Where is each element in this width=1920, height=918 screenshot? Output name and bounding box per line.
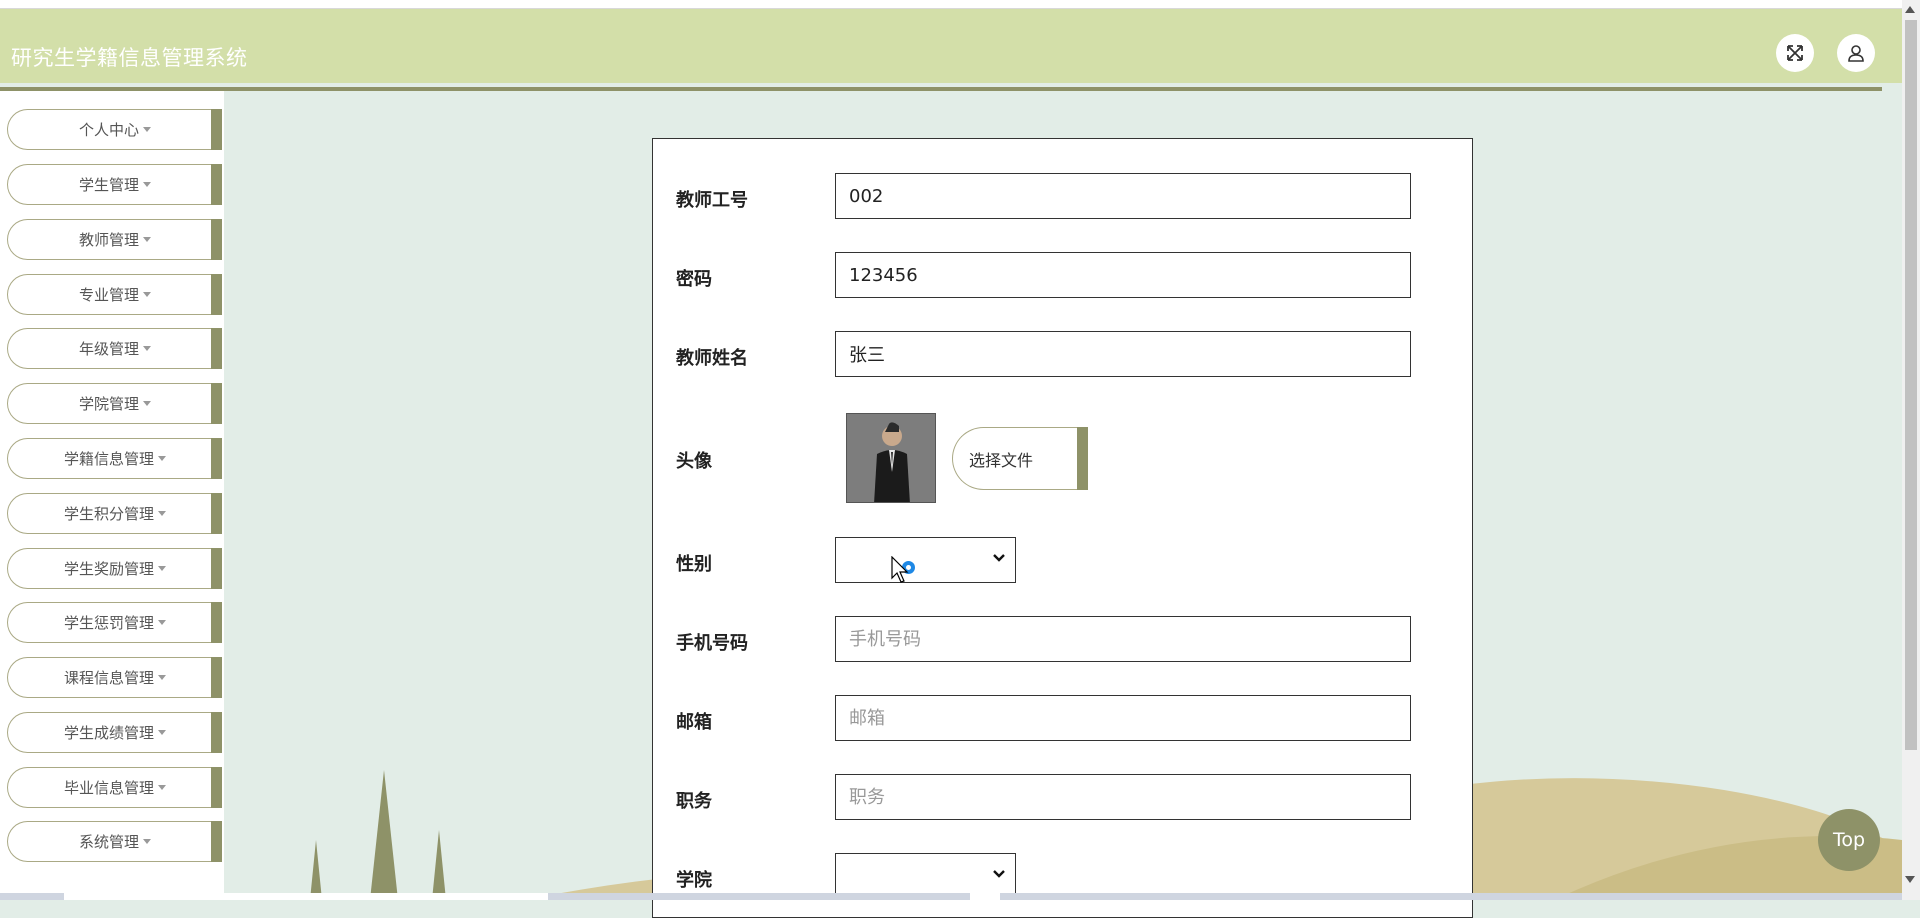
caret-down-icon — [158, 675, 166, 680]
sidebar-item-label: 年级管理 — [78, 340, 139, 358]
scroll-down-arrow-icon[interactable] — [1905, 876, 1915, 883]
sidebar-item-rewards[interactable]: 学生奖励管理 — [7, 548, 222, 589]
caret-down-icon — [158, 730, 166, 735]
sidebar-item-label: 学生惩罚管理 — [63, 614, 154, 632]
caret-down-icon — [158, 785, 166, 790]
app-title: 研究生学籍信息管理系统 — [11, 46, 248, 70]
sidebar-item-label: 系统管理 — [78, 833, 139, 851]
caret-down-icon — [158, 620, 166, 625]
sidebar-item-graduation[interactable]: 毕业信息管理 — [7, 767, 222, 808]
sidebar-item-penalties[interactable]: 学生惩罚管理 — [7, 602, 222, 643]
bottom-taskbar-strip — [0, 893, 1902, 900]
phone-input[interactable] — [835, 616, 1411, 662]
caret-down-icon — [158, 511, 166, 516]
teacher-name-label: 教师姓名 — [676, 348, 748, 369]
email-input[interactable] — [835, 695, 1411, 741]
caret-down-icon — [158, 566, 166, 571]
sidebar-item-teachers[interactable]: 教师管理 — [7, 219, 222, 260]
scrollbar-thumb[interactable] — [1905, 20, 1917, 750]
password-input[interactable] — [835, 252, 1411, 298]
sidebar-item-label: 专业管理 — [78, 286, 139, 304]
sidebar-item-students[interactable]: 学生管理 — [7, 164, 222, 205]
sidebar-item-label: 学生管理 — [78, 176, 139, 194]
person-photo-icon — [847, 414, 935, 502]
caret-down-icon — [143, 346, 151, 351]
sidebar-item-label: 个人中心 — [78, 121, 139, 139]
position-label: 职务 — [676, 791, 712, 812]
sidebar-item-scores[interactable]: 学生成绩管理 — [7, 712, 222, 753]
phone-label: 手机号码 — [676, 633, 748, 654]
sidebar-item-label: 毕业信息管理 — [63, 779, 154, 797]
gender-label: 性别 — [676, 554, 712, 575]
sidebar-item-system[interactable]: 系统管理 — [7, 821, 222, 862]
position-input[interactable] — [835, 774, 1411, 820]
chevron-down-icon — [993, 870, 1005, 878]
sidebar-item-label: 学籍信息管理 — [63, 450, 154, 468]
user-icon — [1848, 45, 1864, 62]
sidebar-item-colleges[interactable]: 学院管理 — [7, 383, 222, 424]
sidebar-item-label: 教师管理 — [78, 231, 139, 249]
app-header: 研究生学籍信息管理系统 — [0, 9, 1902, 83]
sidebar-item-points[interactable]: 学生积分管理 — [7, 493, 222, 534]
teacher-id-input[interactable] — [835, 173, 1411, 219]
caret-down-icon — [143, 401, 151, 406]
sidebar-item-label: 学生奖励管理 — [63, 560, 154, 578]
sidebar: 个人中心 学生管理 教师管理 专业管理 年级管理 学院管理 学籍信息管理 学生积… — [0, 91, 224, 900]
header-divider — [0, 87, 1882, 91]
avatar-image — [846, 413, 936, 503]
background-trees-decoration — [310, 770, 446, 900]
back-to-top-button[interactable]: Top — [1818, 809, 1880, 871]
avatar-label: 头像 — [676, 451, 712, 472]
sidebar-item-majors[interactable]: 专业管理 — [7, 274, 222, 315]
teacher-form: 教师工号 密码 教师姓名 头像 选择文件 性别 — [652, 138, 1473, 918]
sidebar-item-courses[interactable]: 课程信息管理 — [7, 657, 222, 698]
taskbar-segment — [970, 893, 1000, 900]
taskbar-segment — [64, 893, 548, 900]
teacher-id-label: 教师工号 — [676, 190, 748, 211]
caret-down-icon — [143, 292, 151, 297]
window-top-edge — [0, 0, 1902, 9]
password-label: 密码 — [676, 269, 712, 290]
sidebar-item-label: 学院管理 — [78, 395, 139, 413]
sidebar-item-personal-center[interactable]: 个人中心 — [7, 109, 222, 150]
mouse-cursor-icon — [891, 556, 909, 583]
caret-down-icon — [143, 237, 151, 242]
caret-down-icon — [143, 127, 151, 132]
sidebar-item-label: 学生成绩管理 — [63, 724, 154, 742]
sidebar-item-enrollment[interactable]: 学籍信息管理 — [7, 438, 222, 479]
caret-down-icon — [143, 182, 151, 187]
sidebar-item-label: 学生积分管理 — [63, 505, 154, 523]
user-menu-button[interactable] — [1837, 34, 1875, 72]
fullscreen-button[interactable] — [1776, 34, 1814, 72]
teacher-name-input[interactable] — [835, 331, 1411, 377]
email-label: 邮箱 — [676, 712, 712, 733]
gender-select[interactable] — [835, 537, 1016, 583]
sidebar-item-label: 课程信息管理 — [63, 669, 154, 687]
sidebar-item-grades[interactable]: 年级管理 — [7, 328, 222, 369]
expand-arrows-icon — [1787, 45, 1803, 61]
college-label: 学院 — [676, 870, 712, 891]
chevron-down-icon — [993, 554, 1005, 562]
caret-down-icon — [143, 839, 151, 844]
caret-down-icon — [158, 456, 166, 461]
scroll-up-arrow-icon[interactable] — [1905, 6, 1915, 13]
choose-file-button[interactable]: 选择文件 — [952, 427, 1088, 490]
